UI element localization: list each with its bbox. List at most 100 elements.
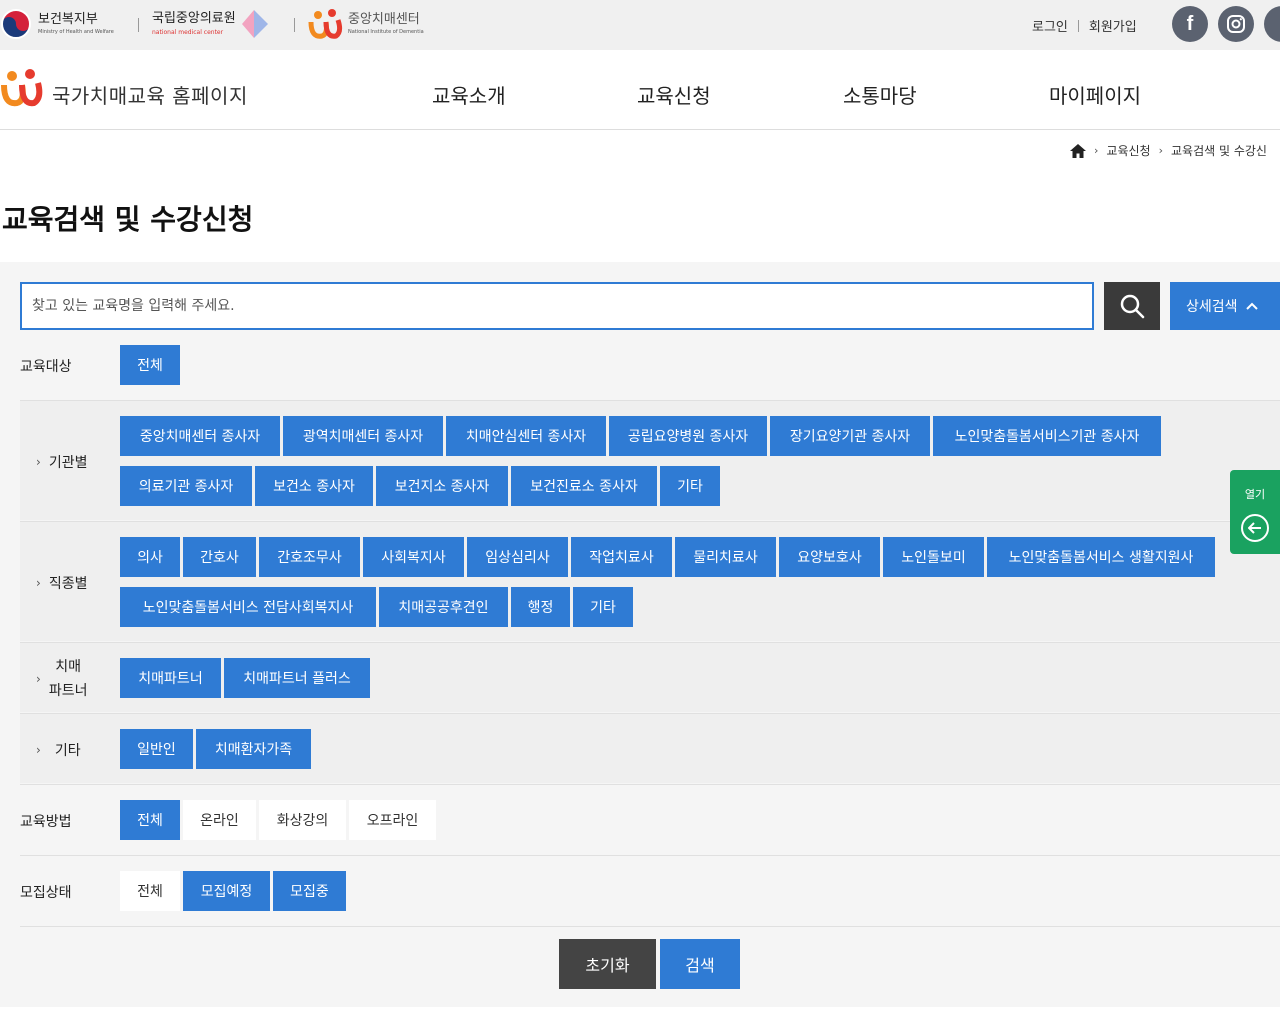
chip-institution[interactable]: 보건지소 종사자 [376, 466, 508, 506]
org-link-nid[interactable]: 중앙치매센터 National Institute of Dementia [308, 8, 424, 40]
chip-etc[interactable]: 일반인 [120, 729, 193, 769]
group-label: 기관별 [48, 455, 88, 471]
chip-institution[interactable]: 장기요양기관 종사자 [770, 416, 930, 456]
divider [20, 642, 1280, 643]
method-label: 교육방법 [20, 814, 72, 830]
search-submit-button[interactable] [1104, 282, 1160, 330]
site-header: 국가치매교육 홈페이지 교육소개 교육신청 소통마당 마이페이지 [0, 50, 1280, 130]
chevron-right-icon: › [36, 743, 41, 757]
chip-occupation[interactable]: 임상심리사 [467, 537, 568, 577]
divider [138, 18, 139, 32]
facebook-icon: f [1186, 12, 1194, 35]
side-panel-open-button[interactable]: 열기 [1230, 470, 1280, 554]
nav-apply[interactable]: 교육신청 [637, 80, 711, 109]
chip-occupation[interactable]: 치매공공후견인 [379, 587, 508, 627]
chip-status[interactable]: 모집중 [273, 871, 346, 911]
chevron-right-icon: › [36, 455, 41, 469]
chip-method[interactable]: 온라인 [183, 800, 256, 840]
chip-partner[interactable]: 치매파트너 [120, 658, 221, 698]
status-label: 모집상태 [20, 885, 72, 901]
nav-about[interactable]: 교육소개 [432, 80, 506, 109]
chip-institution[interactable]: 광역치매센터 종사자 [283, 416, 443, 456]
group-label: 직종별 [48, 576, 88, 592]
chip-institution[interactable]: 공립요양병원 종사자 [609, 416, 767, 456]
signup-link[interactable]: 회원가입 [1089, 16, 1137, 35]
chip-institution[interactable]: 기타 [660, 466, 720, 506]
target-all-chip[interactable]: 전체 [120, 345, 180, 385]
group-label-partner: › 치매 파트너 [36, 655, 87, 703]
search-input[interactable] [20, 282, 1094, 330]
chip-method[interactable]: 전체 [120, 800, 180, 840]
reset-button[interactable]: 초기화 [559, 939, 656, 989]
chip-institution[interactable]: 치매안심센터 종사자 [446, 416, 606, 456]
chip-occupation[interactable]: 의사 [120, 537, 180, 577]
chip-occupation[interactable]: 물리치료사 [675, 537, 776, 577]
breadcrumb-item[interactable]: 교육신청 [1106, 142, 1150, 159]
divider [20, 784, 1280, 785]
chip-institution[interactable]: 노인맞춤돌봄서비스기관 종사자 [933, 416, 1161, 456]
divider [20, 521, 1280, 522]
divider [1077, 19, 1079, 32]
chip-institution[interactable]: 보건소 종사자 [255, 466, 373, 506]
divider [20, 926, 1280, 927]
org-link-mohw[interactable]: 보건복지부 Ministry of Health and Welfare [0, 8, 114, 40]
group-label-institution: › 기관별 [36, 452, 87, 472]
detail-search-toggle[interactable]: 상세검색 [1170, 282, 1280, 330]
chevron-right-icon: › [36, 576, 41, 590]
chip-partner[interactable]: 치매파트너 플러스 [224, 658, 370, 698]
nmc-logo-icon [241, 10, 268, 38]
chevron-right-icon: › [1094, 144, 1099, 157]
chip-occupation[interactable]: 노인맞춤돌봄서비스 생활지원사 [987, 537, 1215, 577]
org-sub: Ministry of Health and Welfare [38, 29, 114, 36]
org-sub: national medical center [152, 28, 224, 36]
detail-search-label: 상세검색 [1186, 299, 1238, 315]
youtube-button[interactable] [1264, 6, 1280, 42]
nav-mypage[interactable]: 마이페이지 [1049, 80, 1141, 109]
org-name: 국립중앙의료원 [152, 11, 236, 27]
account-links: 로그인 회원가입 [1032, 16, 1137, 35]
chip-institution[interactable]: 보건진료소 종사자 [511, 466, 657, 506]
divider [294, 18, 295, 32]
site-logo-icon[interactable] [0, 68, 44, 108]
site-title[interactable]: 국가치매교육 홈페이지 [52, 80, 248, 109]
group-label-line: 파트너 [48, 683, 88, 699]
chevron-right-icon: › [36, 672, 41, 686]
chip-occupation[interactable]: 노인맞춤돌봄서비스 전담사회복지사 [120, 587, 376, 627]
chip-status[interactable]: 모집예정 [183, 871, 270, 911]
chip-etc[interactable]: 치매환자가족 [196, 729, 311, 769]
arrow-left-icon [1241, 514, 1269, 542]
mohw-logo-icon [1, 9, 31, 39]
chip-method[interactable]: 화상강의 [259, 800, 346, 840]
utility-bar: 보건복지부 Ministry of Health and Welfare 국립중… [0, 0, 1280, 50]
login-link[interactable]: 로그인 [1032, 16, 1068, 35]
chip-occupation[interactable]: 요양보호사 [779, 537, 880, 577]
chip-institution[interactable]: 의료기관 종사자 [120, 466, 252, 506]
chip-occupation[interactable]: 작업치료사 [571, 537, 672, 577]
instagram-button[interactable] [1218, 6, 1254, 42]
group-label-etc: › 기타 [36, 740, 81, 760]
breadcrumb: › 교육신청 › 교육검색 및 수강신 [1070, 142, 1267, 159]
search-button[interactable]: 검색 [660, 939, 740, 989]
target-label: 교육대상 [20, 359, 72, 375]
home-icon[interactable] [1070, 143, 1086, 158]
search-panel: 상세검색 교육대상 전체 › 기관별 중앙치매센터 종사자 광역치매센터 종사자… [0, 262, 1280, 1007]
chip-occupation[interactable]: 사회복지사 [363, 537, 464, 577]
chip-occupation[interactable]: 기타 [573, 587, 633, 627]
group-label-occupation: › 직종별 [36, 573, 87, 593]
facebook-button[interactable]: f [1172, 6, 1208, 42]
org-sub: National Institute of Dementia [348, 29, 424, 36]
chip-occupation[interactable]: 간호사 [183, 537, 256, 577]
chip-occupation[interactable]: 노인돌보미 [883, 537, 984, 577]
divider [20, 713, 1280, 714]
org-link-nmc[interactable]: 국립중앙의료원 national medical center [152, 8, 270, 40]
org-name: 보건복지부 [38, 11, 98, 27]
search-icon [1120, 294, 1145, 319]
chip-method[interactable]: 오프라인 [349, 800, 436, 840]
chip-occupation[interactable]: 간호조무사 [259, 537, 360, 577]
chip-institution[interactable]: 중앙치매센터 종사자 [120, 416, 280, 456]
chip-occupation[interactable]: 행정 [511, 587, 570, 627]
chevron-up-icon [1245, 302, 1258, 310]
group-label-line: 치매 [55, 659, 82, 675]
chip-status[interactable]: 전체 [120, 871, 180, 911]
nav-community[interactable]: 소통마당 [843, 80, 917, 109]
